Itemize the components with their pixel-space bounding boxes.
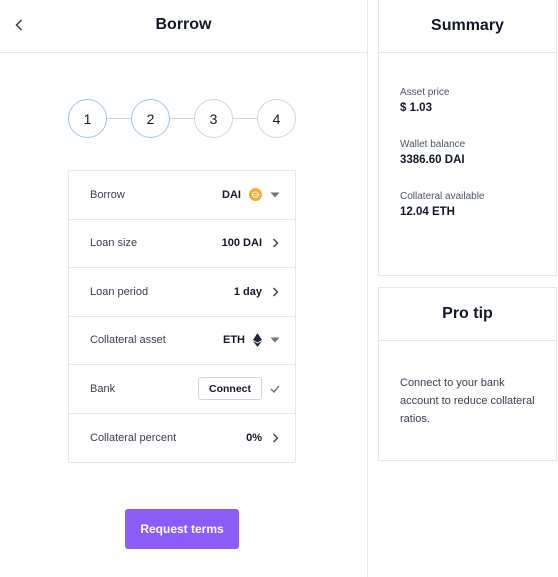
- asset-price-label: Asset price: [400, 87, 450, 98]
- collateral-asset-value: ETH: [223, 334, 245, 347]
- loan-size-label: Loan size: [90, 237, 138, 250]
- summary-title: Summary: [379, 0, 556, 53]
- collateral-percent-row[interactable]: Collateral percent 0%: [69, 414, 295, 463]
- collateral-available-value: 12.04 ETH: [400, 206, 455, 218]
- page-title: Borrow: [155, 16, 212, 33]
- asset-price-value: $ 1.03: [400, 102, 432, 114]
- summary-card: Summary Asset price $ 1.03 Wallet balanc…: [378, 0, 557, 276]
- wallet-balance-label: Wallet balance: [400, 139, 466, 150]
- wallet-balance-value: 3386.60 DAI: [400, 154, 465, 166]
- step-connector: [233, 118, 257, 119]
- loan-period-row[interactable]: Loan period 1 day: [69, 268, 295, 317]
- chevron-right-icon: [270, 433, 280, 443]
- loan-size-row[interactable]: Loan size 100 DAI: [69, 220, 295, 268]
- dai-coin-icon: [249, 188, 262, 202]
- eth-icon: [253, 333, 262, 348]
- stepper: 1 2 3 4: [68, 99, 298, 139]
- borrow-header: Borrow: [0, 0, 367, 53]
- borrow-form: Borrow DAI Loan size 100 DAI Loan period…: [68, 170, 296, 463]
- step-4[interactable]: 4: [257, 99, 296, 138]
- borrow-panel: Borrow 1 2 3 4 Borrow DAI Loan size 100 …: [0, 0, 368, 577]
- caret-down-icon[interactable]: [270, 335, 280, 345]
- caret-down-icon[interactable]: [270, 190, 280, 200]
- bank-label: Bank: [90, 382, 116, 395]
- pro-tip-text: Connect to your bank account to reduce c…: [400, 377, 535, 425]
- pro-tip-title: Pro tip: [379, 288, 556, 341]
- collateral-asset-label: Collateral asset: [90, 334, 166, 347]
- pro-tip-card: Pro tip Connect to your bank account to …: [378, 287, 557, 461]
- bank-row: Bank Connect: [69, 365, 295, 414]
- request-terms-button[interactable]: Request terms: [125, 509, 239, 549]
- connect-bank-button[interactable]: Connect: [198, 377, 262, 401]
- collateral-available-label: Collateral available: [400, 191, 485, 202]
- collateral-percent-label: Collateral percent: [90, 431, 177, 444]
- step-connector: [107, 118, 131, 119]
- summary-body: Asset price $ 1.03 Wallet balance 3386.6…: [379, 53, 556, 220]
- collateral-percent-value: 0%: [246, 431, 262, 444]
- loan-size-value: 100 DAI: [221, 237, 262, 250]
- borrow-row[interactable]: Borrow DAI: [69, 171, 295, 220]
- chevron-right-icon: [270, 287, 280, 297]
- chevron-right-icon: [270, 238, 280, 248]
- step-1[interactable]: 1: [68, 99, 107, 138]
- step-3[interactable]: 3: [194, 99, 233, 138]
- collateral-asset-row[interactable]: Collateral asset ETH: [69, 317, 295, 365]
- step-2[interactable]: 2: [131, 99, 170, 138]
- loan-period-value: 1 day: [233, 285, 262, 298]
- loan-period-label: Loan period: [90, 285, 149, 298]
- check-icon: [270, 384, 280, 394]
- step-connector: [170, 118, 194, 119]
- borrow-value: DAI: [222, 188, 241, 201]
- borrow-label: Borrow: [90, 188, 125, 201]
